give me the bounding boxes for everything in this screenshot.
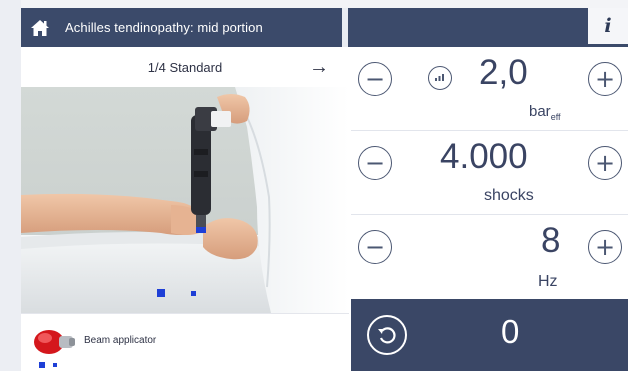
- step-navigation: 1/4 Standard →: [21, 47, 349, 87]
- page-dot[interactable]: [191, 291, 196, 296]
- home-button[interactable]: [21, 8, 59, 47]
- beam-applicator-icon: [34, 330, 75, 354]
- decrease-shocks-button[interactable]: −: [358, 146, 392, 180]
- increase-pressure-button[interactable]: +: [588, 62, 622, 96]
- decrease-frequency-button[interactable]: −: [358, 230, 392, 264]
- pressure-unit-sub: eff: [550, 112, 561, 122]
- increase-shocks-button[interactable]: +: [588, 146, 622, 180]
- title-bar: Achilles tendinopathy: mid portion: [21, 8, 628, 47]
- background-margin: [0, 0, 21, 371]
- pressure-value: 2,0: [479, 53, 528, 92]
- increase-frequency-button[interactable]: +: [588, 230, 622, 264]
- title-divider: [342, 8, 348, 47]
- frequency-row: − 8 Hz +: [351, 215, 628, 299]
- page-dot[interactable]: [53, 363, 57, 367]
- treatment-illustration: [21, 87, 349, 313]
- home-icon: [31, 19, 49, 36]
- device-screen: Achilles tendinopathy: mid portion i 1/4…: [21, 8, 628, 371]
- applicator-label: Beam applicator: [84, 335, 157, 346]
- pressure-unit: bareff: [529, 103, 561, 122]
- protocol-panel: 1/4 Standard → Beam applicator: [21, 47, 349, 371]
- next-step-arrow[interactable]: →: [309, 56, 329, 79]
- step-label: 1/4 Standard: [147, 59, 223, 75]
- shock-counter-value: 0: [501, 313, 520, 350]
- counter-bar: 0: [351, 299, 628, 371]
- applicator-bar: Beam applicator: [21, 313, 349, 371]
- page-dot-active[interactable]: [39, 362, 45, 368]
- frequency-value: 8: [541, 221, 561, 260]
- pressure-unit-main: bar: [529, 103, 551, 120]
- shocks-unit: shocks: [484, 187, 534, 204]
- reset-icon: [378, 327, 396, 344]
- pressure-row: − 2,0 bareff +: [351, 47, 628, 131]
- signal-bars-icon: [435, 74, 444, 81]
- reset-counter-button[interactable]: [367, 315, 407, 355]
- shocks-row: − 4.000 shocks +: [351, 131, 628, 215]
- energy-level-icon[interactable]: [428, 66, 452, 90]
- parameter-panel: − 2,0 bareff + − 4.000 shocks + − 8 Hz +…: [351, 47, 628, 371]
- frequency-unit: Hz: [538, 273, 558, 290]
- shocks-value: 4.000: [440, 137, 528, 176]
- page-dot-active[interactable]: [157, 289, 165, 297]
- info-button[interactable]: i: [588, 8, 628, 47]
- treatment-photo: [21, 87, 349, 313]
- decrease-pressure-button[interactable]: −: [358, 62, 392, 96]
